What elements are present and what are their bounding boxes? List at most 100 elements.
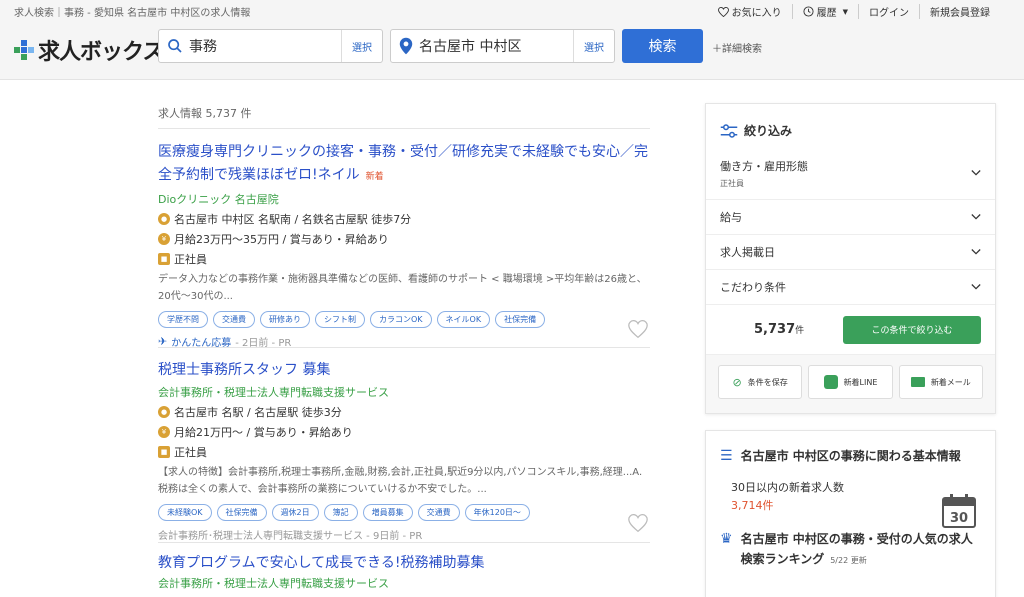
job-type: 正社員 xyxy=(174,446,207,459)
register-link[interactable]: 新規会員登録 xyxy=(919,4,1000,19)
company-name: Dioクリニック 名古屋院 xyxy=(158,193,279,206)
calendar-icon: 30 xyxy=(942,494,976,528)
mail-icon xyxy=(910,377,925,387)
save-condition-button[interactable]: ⊘ 条件を保存 xyxy=(718,365,803,399)
chevron-down-icon xyxy=(971,284,981,290)
tag[interactable]: 未経験OK xyxy=(158,504,212,521)
tag[interactable]: ネイルOK xyxy=(436,311,491,328)
history-label: 履歴 xyxy=(816,8,837,19)
job-location: 名古屋市 中村区 名駅南 / 名鉄名古屋駅 徒歩7分 xyxy=(174,213,412,226)
heart-icon xyxy=(717,6,729,17)
job-salary: 月給21万円〜 / 賞与あり・昇給あり xyxy=(174,426,353,439)
job-title-link[interactable]: 税理士事務所スタッフ 募集 xyxy=(158,359,650,382)
chevron-down-icon xyxy=(971,249,981,255)
mail-alert-label: 新着メール xyxy=(930,377,971,387)
company-name: 会計事務所・税理士法人専門転職支援サービス xyxy=(158,577,389,590)
tag-list: 未経験OK 社保完備 週休2日 簿記 増員募集 交通費 年休120日〜 xyxy=(158,504,650,521)
location-pin-icon: ● xyxy=(158,406,170,418)
line-alert-label: 新着LINE xyxy=(843,377,878,387)
job-salary: 月給23万円〜35万円 / 賞与あり・昇給あり xyxy=(174,233,389,246)
location-select-button[interactable]: 選択 xyxy=(573,30,614,62)
keyword-select-button[interactable]: 選択 xyxy=(341,30,382,62)
divider xyxy=(158,542,650,543)
filter-label: 給与 xyxy=(720,211,742,224)
site-logo[interactable]: 求人ボックス xyxy=(14,34,164,66)
keyword-input[interactable]: 事務 xyxy=(183,36,341,56)
job-title: 医療瘦身専門クリニックの接客・事務・受付／研修充実で未経験でも安心／完全予約制で… xyxy=(158,144,648,183)
filter-employment[interactable]: 働き方・雇用形態 正社員 xyxy=(706,147,995,199)
search-button[interactable]: 検索 xyxy=(622,29,703,63)
new-badge: 新着 xyxy=(365,172,384,182)
sliders-icon xyxy=(720,123,738,138)
filter-label: 求人掲載日 xyxy=(720,246,775,259)
job-type: 正社員 xyxy=(174,253,207,266)
job-salary-row: ¥ 月給21万円〜 / 賞与あり・昇給あり xyxy=(158,424,650,440)
apply-row: 5,737件 この条件で絞り込む xyxy=(706,304,995,354)
location-field[interactable]: 名古屋市 中村区 選択 xyxy=(390,29,615,63)
info-label: 30日以内の新着求人数 xyxy=(731,481,844,494)
job-location-row: ● 名古屋市 名駅 / 名古屋駅 徒歩3分 xyxy=(158,404,650,420)
line-alert-button[interactable]: 新着LINE xyxy=(808,365,893,399)
search-icon xyxy=(168,39,182,53)
tag[interactable]: カラコンOK xyxy=(370,311,432,328)
breadcrumb: 求人検索｜事務 - 愛知県 名古屋市 中村区の求人情報 xyxy=(14,8,251,19)
info-title: 名古屋市 中村区の事務に関わる基本情報 xyxy=(740,449,961,463)
job-card: 教育プログラムで安心して成長できる!税務補助募集 会計事務所・税理士法人専門転職… xyxy=(158,552,650,591)
alert-actions: ⊘ 条件を保存 新着LINE 新着メール xyxy=(706,354,995,413)
job-card: 税理士事務所スタッフ 募集 会計事務所・税理士法人専門転職支援サービス ● 名古… xyxy=(158,359,650,542)
filter-posted-date[interactable]: 求人掲載日 xyxy=(706,234,995,269)
history-link[interactable]: 履歴 ▼ xyxy=(791,4,858,19)
info-header: ☰ 名古屋市 中村区の事務に関わる基本情報 xyxy=(706,431,995,465)
filter-label: 働き方・雇用形態 xyxy=(720,159,808,173)
briefcase-icon: ■ xyxy=(158,253,170,265)
tag[interactable]: 学歴不問 xyxy=(158,311,208,328)
total-count: 5,737 xyxy=(754,322,796,337)
tag[interactable]: 簿記 xyxy=(323,504,358,521)
top-header: 求人検索｜事務 - 愛知県 名古屋市 中村区の求人情報 お気に入り 履歴 ▼ ロ… xyxy=(0,0,1024,80)
tag[interactable]: 週休2日 xyxy=(271,504,319,521)
job-title-link[interactable]: 医療瘦身専門クリニックの接客・事務・受付／研修充実で未経験でも安心／完全予約制で… xyxy=(158,141,650,189)
favorite-heart-icon[interactable] xyxy=(628,513,648,533)
detail-search-link[interactable]: ＋詳細検索 xyxy=(712,40,762,55)
filter-salary[interactable]: 給与 xyxy=(706,199,995,234)
login-label: ログイン xyxy=(869,8,909,19)
map-pin-icon xyxy=(399,37,413,55)
filter-total: 5,737件 xyxy=(720,322,804,337)
briefcase-icon: ■ xyxy=(158,446,170,458)
tag[interactable]: 年休120日〜 xyxy=(464,504,530,521)
caret-down-icon: ▼ xyxy=(842,7,848,16)
favorite-label: お気に入り xyxy=(731,8,782,19)
apply-filter-button[interactable]: この条件で絞り込む xyxy=(843,315,981,344)
job-card: 医療瘦身専門クリニックの接客・事務・受付／研修充実で未経験でも安心／完全予約制で… xyxy=(158,141,650,349)
login-link[interactable]: ログイン xyxy=(858,4,919,19)
tag[interactable]: 研修あり xyxy=(260,311,310,328)
tag[interactable]: 増員募集 xyxy=(362,504,413,521)
location-input[interactable]: 名古屋市 中村区 xyxy=(413,36,573,56)
line-icon xyxy=(823,375,838,389)
paperclip-icon: ⊘ xyxy=(732,375,742,389)
tag[interactable]: 社保完備 xyxy=(216,504,267,521)
job-footer: 会計事務所･税理士法人専門転職支援サービス - 9日前 - PR xyxy=(158,527,650,542)
tag[interactable]: シフト制 xyxy=(315,311,365,328)
tag[interactable]: 交通費 xyxy=(417,504,460,521)
filter-conditions[interactable]: こだわり条件 xyxy=(706,269,995,304)
favorite-heart-icon[interactable] xyxy=(628,319,648,339)
save-condition-label: 条件を保存 xyxy=(747,377,788,387)
job-title-link[interactable]: 教育プログラムで安心して成長できる!税務補助募集 xyxy=(158,552,650,575)
tag[interactable]: 社保完備 xyxy=(495,311,546,328)
chevron-down-icon xyxy=(971,214,981,220)
job-title: 税理士事務所スタッフ 募集 xyxy=(158,362,331,378)
total-unit: 件 xyxy=(795,326,805,336)
mail-alert-button[interactable]: 新着メール xyxy=(898,365,983,399)
keyword-field[interactable]: 事務 選択 xyxy=(158,29,383,63)
job-location: 名古屋市 名駅 / 名古屋駅 徒歩3分 xyxy=(174,406,342,419)
job-description: データ入力などの事務作業・施術器具準備などの医師、看護師のサポート < 職場環境… xyxy=(158,274,647,302)
tag[interactable]: 交通費 xyxy=(213,311,255,328)
job-meta: 会計事務所･税理士法人専門転職支援サービス - 9日前 - PR xyxy=(158,531,423,542)
favorite-link[interactable]: お気に入り xyxy=(708,4,792,19)
ranking-title-wrap: 名古屋市 中村区の事務・受付の人気の求人検索ランキング 5/22 更新 xyxy=(741,529,981,571)
list-icon: ☰ xyxy=(720,448,733,464)
ranking-date: 5/22 更新 xyxy=(830,556,867,565)
register-label: 新規会員登録 xyxy=(930,8,990,19)
location-pin-icon: ● xyxy=(158,213,170,225)
